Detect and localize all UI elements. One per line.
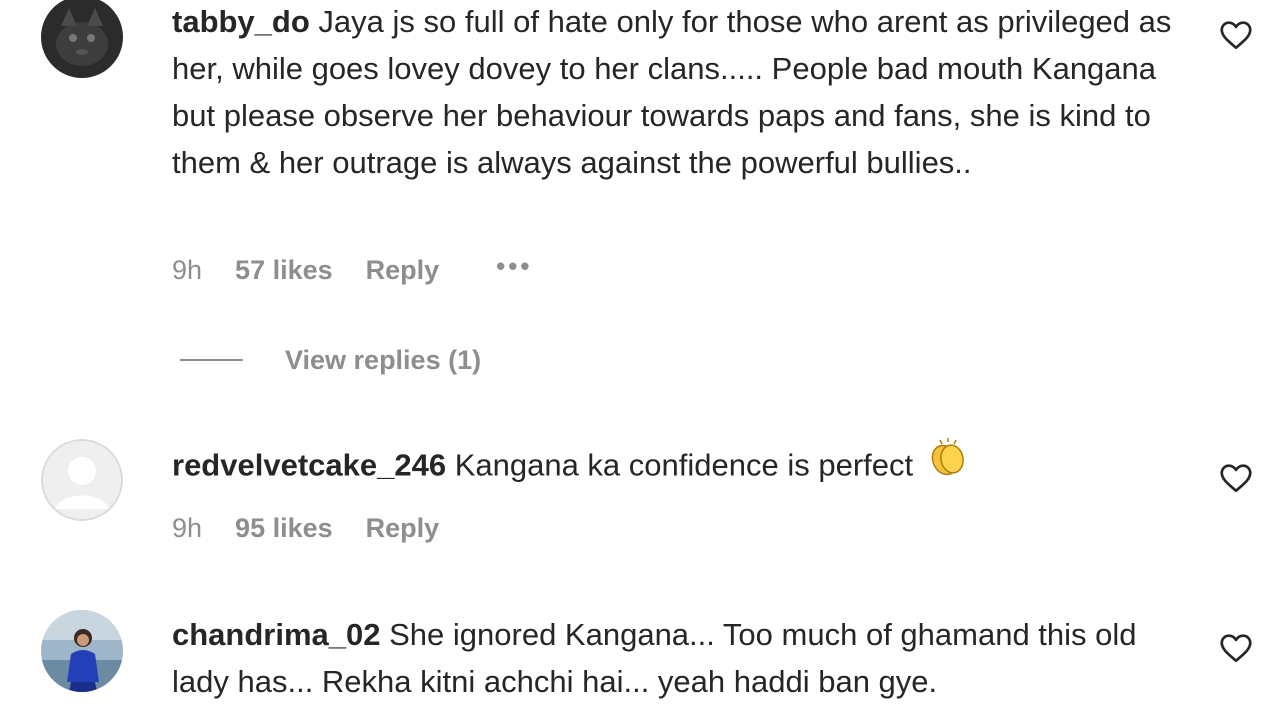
comment-body: Jaya js so full of hate only for those w… xyxy=(172,4,1172,180)
avatar[interactable] xyxy=(41,610,123,692)
likes-count[interactable]: 95 likes xyxy=(235,513,333,544)
heart-outline-icon[interactable] xyxy=(1218,630,1254,666)
comment-username[interactable]: redvelvetcake_246 xyxy=(172,448,446,483)
reply-button[interactable]: Reply xyxy=(366,513,440,544)
comment-body: Kangana ka confidence is perfect xyxy=(454,447,914,483)
default-avatar-image xyxy=(41,439,123,521)
comment-time: 9h xyxy=(172,512,203,543)
comment-meta: 9h 57 likes Reply ••• xyxy=(172,250,565,290)
comment-username[interactable]: chandrima_02 xyxy=(172,617,381,652)
view-replies-divider xyxy=(180,359,243,361)
view-replies-label[interactable]: View replies (1) xyxy=(285,345,481,376)
heart-outline-icon[interactable] xyxy=(1218,17,1254,53)
reply-button[interactable]: Reply xyxy=(366,255,440,286)
comment-time: 9h xyxy=(172,254,203,285)
dark-cat-avatar-image xyxy=(41,0,123,78)
view-replies-button[interactable]: View replies (1) xyxy=(180,338,481,382)
more-options-button[interactable]: ••• xyxy=(496,251,532,282)
clapping-hands-emoji xyxy=(928,438,968,491)
comment-text: tabby_do Jaya js so full of hate only fo… xyxy=(172,0,1192,186)
comment-text: chandrima_02 She ignored Kangana... Too … xyxy=(172,611,1192,705)
avatar[interactable] xyxy=(41,439,123,521)
comment-username[interactable]: tabby_do xyxy=(172,4,310,39)
avatar[interactable] xyxy=(41,0,123,78)
likes-count[interactable]: 57 likes xyxy=(235,255,333,286)
comment-text: redvelvetcake_246 Kangana ka confidence … xyxy=(172,438,1192,494)
heart-outline-icon[interactable] xyxy=(1218,460,1254,496)
woman-blue-dress-avatar-image xyxy=(41,610,123,692)
comment-meta: 9h 95 likes Reply xyxy=(172,508,472,548)
comments-list: tabby_do Jaya js so full of hate only fo… xyxy=(0,0,1280,720)
